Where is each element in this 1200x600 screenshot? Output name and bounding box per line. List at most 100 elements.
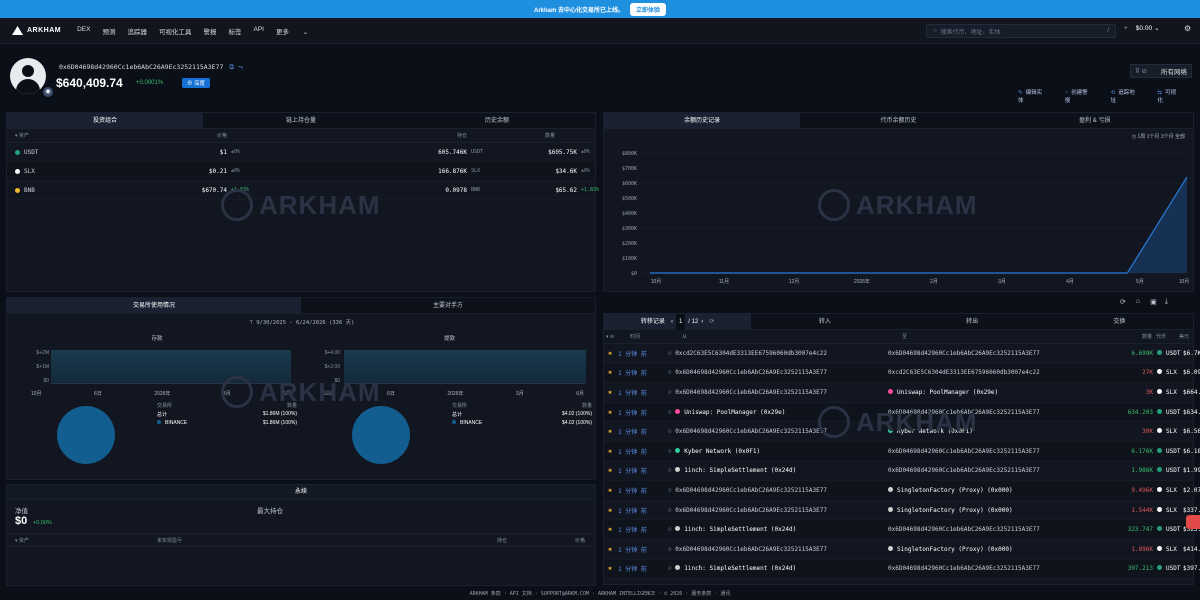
wallet-balance[interactable]: $0.00 xyxy=(1136,25,1152,32)
tab-outgoing[interactable]: 转出 xyxy=(899,314,1046,329)
tab-incoming[interactable]: 转入 xyxy=(751,314,898,329)
from-cell[interactable]: ⊘ 0x6D04698d42960Cc1eb6AbC26A9Ec3252115A… xyxy=(668,369,888,376)
star-icon[interactable]: ✱ xyxy=(604,448,616,455)
time-link[interactable]: 1 分钟 前 xyxy=(616,368,668,377)
visualize-button[interactable]: ⇆ 可视化 xyxy=(1157,88,1186,104)
table-row[interactable]: ✱ 1 分钟 前 ⊘ 0x6D04698d42960Cc1eb6AbC26A9Ec3… xyxy=(604,540,1200,560)
tab-balance-records[interactable]: 余额历史记录 xyxy=(604,113,801,128)
perps-header-upnl[interactable]: 未实现盈亏 xyxy=(157,537,267,544)
nav-item-visualizer[interactable]: 可视化工具 xyxy=(159,26,192,36)
search-input[interactable]: ○ 搜索代币、地址、实体 / xyxy=(926,24,1116,38)
bookmark-icon[interactable]: ⌂ xyxy=(1136,298,1140,306)
table-row[interactable]: ✱ 1 分钟 前 ⊘ 0x6D04698d42960Cc1eb6AbC26A9Ec3… xyxy=(604,383,1200,403)
star-icon[interactable]: ✱ xyxy=(604,350,616,357)
header-price[interactable]: 价格 xyxy=(117,132,267,139)
edit-entity-button[interactable]: ✎ 编辑实体 xyxy=(1018,88,1051,104)
tab-transfers[interactable]: 转移记录 ‹ 1 / 12 › ⟳ xyxy=(604,313,752,330)
legend-exchange-item[interactable]: BINANCE xyxy=(157,420,187,426)
header-to[interactable]: 至 xyxy=(902,333,1092,340)
to-cell[interactable]: 0x6D04698d42960Cc1eb6AbC26A9Ec3252115A3E… xyxy=(888,467,1088,474)
time-link[interactable]: 1 分钟 前 xyxy=(616,564,668,573)
refresh-icon[interactable]: ⟳ xyxy=(709,314,714,330)
nav-item-api[interactable]: API xyxy=(253,26,263,36)
time-link[interactable]: 1 分钟 前 xyxy=(616,466,668,475)
depth-tag-button[interactable]: ⊕ 深度 xyxy=(182,78,211,88)
header-time[interactable]: 时间 xyxy=(630,333,682,340)
to-cell[interactable]: 0xcd2C63E5C6304dE3313EE67596060db3007e4c… xyxy=(888,369,1088,376)
to-cell[interactable]: 0x6D04698d42960Cc1eb6AbC26A9Ec3252115A3E… xyxy=(888,409,1088,416)
header-amount[interactable]: 数量 xyxy=(1092,333,1152,340)
from-cell[interactable]: ⊘ 0x6D04698d42960Cc1eb6AbC26A9Ec3252115A… xyxy=(668,428,888,435)
header-from[interactable]: 从 xyxy=(682,333,902,340)
header-asset[interactable]: ▾ 资产 xyxy=(7,132,117,139)
table-row[interactable]: USDT $1 ±0% 605.746K USDT $605.75K ±0% xyxy=(7,143,595,162)
perps-header-asset[interactable]: ▾ 资产 xyxy=(7,537,157,544)
perps-header-position[interactable]: 持仓 xyxy=(267,537,517,544)
time-link[interactable]: 1 分钟 前 xyxy=(616,525,668,534)
nav-item-predict[interactable]: 预测 xyxy=(102,26,115,36)
to-cell[interactable]: 0x6D04698d42960Cc1eb6AbC26A9Ec3252115A3E… xyxy=(888,565,1088,572)
table-row[interactable]: ✱ 1 分钟 前 ⊘ 1inch: SimpleSettlement (0x24d)… xyxy=(604,462,1200,482)
arkham-logo[interactable]: ARKHAM xyxy=(12,26,61,35)
time-link[interactable]: 1 分钟 前 xyxy=(616,447,668,456)
time-link[interactable]: 1 分钟 前 xyxy=(616,506,668,515)
from-cell[interactable]: ⊘ 0xcd2C63E5C6304dE3313EE67596060db3007e… xyxy=(668,350,888,357)
to-cell[interactable]: 0x6D04698d42960Cc1eb6AbC26A9Ec3252115A3E… xyxy=(888,526,1088,533)
date-range[interactable]: ⊤ 9/30/2025 - 6/24/2026 (336 天) xyxy=(7,318,597,326)
chevron-down-icon[interactable]: ⌄ xyxy=(1154,24,1159,32)
nav-item-labels[interactable]: 标签 xyxy=(228,26,241,36)
table-row[interactable]: ✱ 1 分钟 前 ⊘ 1inch: SimpleSettlement (0x24d)… xyxy=(604,520,1200,540)
from-cell[interactable]: ⊘ 1inch: SimpleSettlement (0x24d) xyxy=(668,467,888,474)
star-icon[interactable]: ✱ xyxy=(604,467,616,474)
tab-onchain-holdings[interactable]: 链上持仓量 xyxy=(203,113,399,128)
nav-item-dex[interactable]: DEX xyxy=(77,26,90,36)
page-next-icon[interactable]: › xyxy=(701,314,703,330)
from-cell[interactable]: ⊘ 0x6D04698d42960Cc1eb6AbC26A9Ec3252115A… xyxy=(668,546,888,553)
time-link[interactable]: 1 分钟 前 xyxy=(616,388,668,397)
copy-icon[interactable]: ⧉ ⤳ xyxy=(229,63,243,71)
to-cell[interactable]: SingletonFactory (Proxy) (0x000) xyxy=(888,486,1088,494)
nav-item-more[interactable]: 更多 ⌄ xyxy=(276,26,320,36)
table-row[interactable]: BNB $670.74 +1.83% 0.0978 BNB $65.62 +1.83% xyxy=(7,181,599,200)
star-icon[interactable]: ✱ xyxy=(604,369,616,376)
tab-swaps[interactable]: 交换 xyxy=(1046,314,1193,329)
star-icon[interactable]: ✱ xyxy=(604,428,616,435)
table-row[interactable]: ✱ 1 分钟 前 ⊘ 0x6D04698d42960Cc1eb6AbC26A9Ec3… xyxy=(604,481,1200,501)
from-cell[interactable]: ⊘ Kyber Network (0x0F1) xyxy=(668,447,888,455)
star-icon[interactable]: ✱ xyxy=(604,546,616,553)
perps-header-price[interactable]: 价格 xyxy=(517,537,595,544)
table-row[interactable]: ✱ 1 分钟 前 ⊘ Uniswap: PoolManager (0x29e) 0x6… xyxy=(604,402,1200,423)
add-icon[interactable]: + xyxy=(1124,25,1128,32)
time-link[interactable]: 1 分钟 前 xyxy=(616,349,668,358)
tab-token-balance-history[interactable]: 代币余额历史 xyxy=(800,113,996,128)
header-token[interactable]: 代币 xyxy=(1152,333,1176,340)
chain-selector[interactable]: ⊽ ⊘ 所有网络 xyxy=(1130,64,1192,78)
header-options[interactable]: ▾ ⊘ xyxy=(604,334,630,340)
create-alert-button[interactable]: ◔ 创建警报 xyxy=(1065,88,1097,104)
time-link[interactable]: 1 分钟 前 xyxy=(616,427,668,436)
side-widget-icon[interactable] xyxy=(1186,515,1200,529)
table-row[interactable]: SLX $0.21 ±0% 166.876K SLX $34.6K ±0% xyxy=(7,162,595,181)
from-cell[interactable]: ⊘ 0x6D04698d42960Cc1eb6AbC26A9Ec3252115A… xyxy=(668,487,888,494)
star-icon[interactable]: ✱ xyxy=(604,507,616,514)
table-row[interactable]: ✱ 1 分钟 前 ⊘ Kyber Network (0x0F1) 0x6D04698d… xyxy=(604,441,1200,462)
from-cell[interactable]: ⊘ 1inch: SimpleSettlement (0x24d) xyxy=(668,565,888,572)
tab-pnl[interactable]: 盈利 & 亏损 xyxy=(997,113,1193,128)
from-cell[interactable]: ⊘ Uniswap: PoolManager (0x29e) xyxy=(668,408,888,416)
to-cell[interactable]: 0x6D04698d42960Cc1eb6AbC26A9Ec3252115A3E… xyxy=(888,448,1088,455)
tab-top-counterparties[interactable]: 主要对手方 xyxy=(301,298,595,313)
table-row[interactable]: ✱ 1 分钟 前 ⊘ 0x6D04698d42960Cc1eb6AbC26A9Ec3… xyxy=(604,422,1200,442)
to-cell[interactable]: SingletonFactory (Proxy) (0x000) xyxy=(888,506,1088,514)
to-cell[interactable]: 0x6D04698d42960Cc1eb6AbC26A9Ec3252115A3E… xyxy=(888,350,1088,357)
header-usd[interactable]: 美元 xyxy=(1176,333,1193,340)
gear-icon[interactable]: ⚙ xyxy=(1184,24,1191,33)
star-icon[interactable]: ✱ xyxy=(604,409,616,416)
star-icon[interactable]: ✱ xyxy=(604,487,616,494)
table-row[interactable]: ✱ 1 分钟 前 ⊘ 0x6D04698d42960Cc1eb6AbC26A9Ec3… xyxy=(604,501,1200,521)
time-link[interactable]: 1 分钟 前 xyxy=(616,545,668,554)
legend-exchange-item[interactable]: BINANCE xyxy=(452,420,482,426)
tab-exchange-usage[interactable]: 交易所使用情况 xyxy=(7,298,301,313)
nav-item-tracker[interactable]: 追踪器 xyxy=(127,26,147,36)
table-row[interactable]: ✱ 1 分钟 前 ⊘ 0x6D04698d42960Cc1eb6AbC26A9Ec3… xyxy=(604,363,1200,384)
banner-try-button[interactable]: 立即体验 xyxy=(630,2,667,16)
